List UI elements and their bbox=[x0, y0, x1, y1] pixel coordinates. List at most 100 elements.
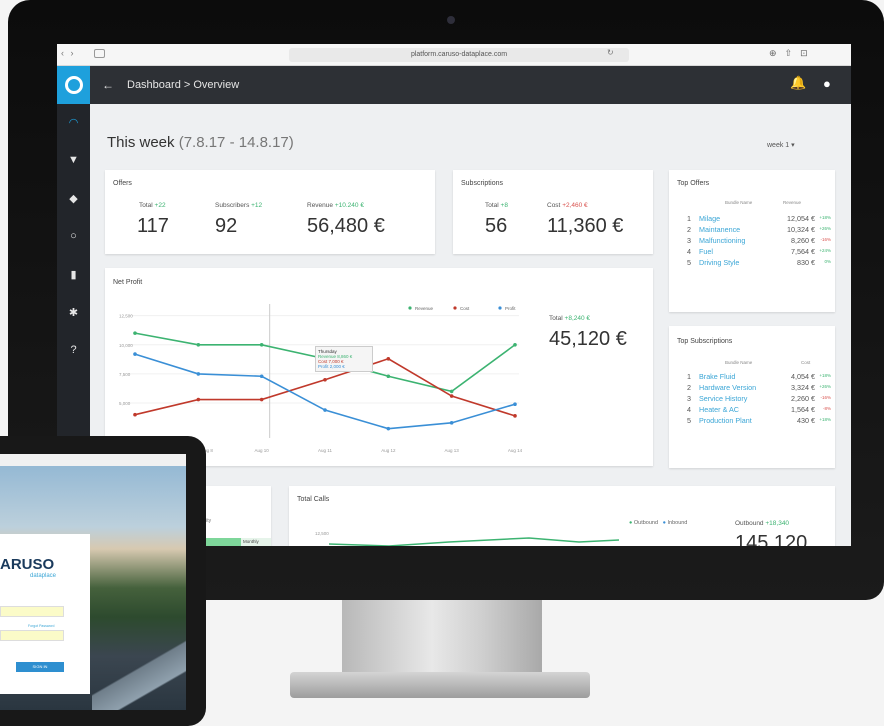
change: -8% bbox=[822, 406, 831, 411]
reload-icon[interactable]: ↻ bbox=[607, 48, 614, 57]
y-tick-label: 5,000 bbox=[119, 401, 131, 406]
legend-label: Revenue bbox=[415, 306, 434, 311]
forgot-password-link[interactable]: Forgot Password bbox=[28, 624, 54, 628]
list-item[interactable]: 4 Heater & AC 1,564 € -8% bbox=[687, 405, 831, 415]
brand-logo-text: ARUSO bbox=[0, 556, 55, 573]
bundle-name-link[interactable]: Fuel bbox=[699, 247, 713, 256]
tab-overview-icon[interactable] bbox=[94, 49, 105, 58]
change: +26% bbox=[819, 226, 831, 231]
browser-nav-buttons[interactable]: ‹ › bbox=[61, 48, 76, 58]
legend-marker bbox=[453, 306, 457, 310]
y-tick-label: 10,000 bbox=[119, 343, 133, 348]
tablet-screen: ARUSO dataplace Forgot Password SIGN IN bbox=[0, 454, 186, 710]
list-item[interactable]: 1 Milage 12,054 € +18% bbox=[687, 214, 831, 224]
browser-action-icons[interactable]: ⊕⇧⊡ bbox=[769, 48, 816, 59]
value: 4,054 € bbox=[791, 372, 815, 381]
data-point-cost bbox=[513, 414, 517, 418]
app-logo[interactable] bbox=[57, 66, 90, 104]
revenue-value: 56,480 € bbox=[307, 215, 385, 237]
bundle-name-link[interactable]: Hardware Version bbox=[699, 383, 756, 392]
col-cost: Cost bbox=[801, 360, 811, 365]
user-account-icon[interactable]: ● bbox=[823, 76, 831, 91]
breadcrumb: Dashboard > Overview bbox=[127, 79, 240, 91]
dashboard-icon[interactable]: ◠ bbox=[57, 116, 90, 129]
net-profit-total-label: Total +8,240 € bbox=[549, 315, 591, 322]
bundle-name-link[interactable]: Production Plant bbox=[699, 416, 752, 425]
settings-gear-icon[interactable]: ✱ bbox=[57, 306, 90, 319]
subscribers-label: Subscribers +12 bbox=[215, 202, 263, 209]
list-item[interactable]: 5 Production Plant 430 € +18% bbox=[687, 416, 831, 426]
change: +18% bbox=[819, 215, 831, 220]
value: 8,260 € bbox=[791, 236, 815, 245]
subs-total-label: Total +8 bbox=[485, 202, 508, 209]
legend-marker bbox=[498, 306, 502, 310]
week-select[interactable]: week 1 ▾ bbox=[767, 141, 795, 149]
document-icon[interactable]: ▮ bbox=[57, 268, 90, 281]
bundle-name-link[interactable]: Driving Style bbox=[699, 258, 739, 267]
tag-icon[interactable]: ◆ bbox=[57, 192, 90, 205]
total-calls-card: Total Calls ● Outbound ● Inbound 12,500 … bbox=[289, 486, 835, 546]
top-subscriptions-card: Top Subscriptions Bundle Name Cost 1 Brak… bbox=[669, 326, 835, 468]
brand-subtitle: dataplace bbox=[30, 573, 57, 579]
y-tick-label: 7,500 bbox=[119, 372, 131, 377]
data-point-cost bbox=[259, 397, 264, 402]
list-item[interactable]: 3 Service History 2,260 € -16% bbox=[687, 394, 831, 404]
top-offers-card: Top Offers Bundle Name Revenue 1 Milage 12… bbox=[669, 170, 835, 312]
bundle-name-link[interactable]: Maintanence bbox=[699, 225, 740, 234]
value: 830 € bbox=[797, 258, 815, 267]
rank: 5 bbox=[687, 416, 691, 425]
data-point-cost bbox=[133, 412, 137, 417]
rank: 1 bbox=[687, 214, 691, 223]
partial-bar-fill bbox=[205, 538, 241, 546]
tooltip-profit: Profit 2,000 € bbox=[318, 364, 345, 369]
list-item[interactable]: 2 Hardware Version 3,324 € +26% bbox=[687, 383, 831, 393]
value: 1,564 € bbox=[791, 405, 815, 414]
back-arrow-icon[interactable]: ← bbox=[102, 78, 114, 92]
value: 3,324 € bbox=[791, 383, 815, 392]
calls-legend: ● Outbound ● Inbound bbox=[629, 520, 688, 526]
list-item[interactable]: 3 Malfunctioning 8,260 € -16% bbox=[687, 236, 831, 246]
rank: 2 bbox=[687, 383, 691, 392]
bundle-name-link[interactable]: Malfunctioning bbox=[699, 236, 745, 245]
url-bar[interactable]: platform.caruso-dataplace.com bbox=[289, 48, 629, 62]
col-revenue: Revenue bbox=[783, 200, 802, 205]
monitor-stand bbox=[342, 600, 542, 680]
notification-bell-icon[interactable]: 🔔 bbox=[790, 75, 806, 91]
monitor-base bbox=[290, 672, 590, 698]
outbound-line bbox=[329, 537, 620, 546]
value: 12,054 € bbox=[787, 214, 815, 223]
x-tick-label: Aug 10 bbox=[255, 448, 270, 453]
list-item[interactable]: 5 Driving Style 830 € 0% bbox=[687, 258, 831, 268]
subs-total-value: 56 bbox=[485, 215, 508, 237]
list-item[interactable]: 1 Brake Fluid 4,054 € +18% bbox=[687, 372, 831, 382]
rank: 1 bbox=[687, 372, 691, 381]
change: +18% bbox=[819, 373, 831, 378]
x-tick-label: Aug 12 bbox=[381, 448, 396, 453]
help-icon[interactable]: ? bbox=[57, 344, 90, 356]
x-tick-label: Aug 13 bbox=[445, 448, 460, 453]
refresh-icon[interactable]: ○ bbox=[57, 230, 90, 242]
bundle-name-link[interactable]: Milage bbox=[699, 214, 720, 223]
list-item[interactable]: 4 Fuel 7,564 € +24% bbox=[687, 247, 831, 257]
calls-chart[interactable] bbox=[329, 536, 629, 546]
list-item[interactable]: 2 Maintanence 10,324 € +26% bbox=[687, 225, 831, 235]
bundle-name-link[interactable]: Brake Fluid bbox=[699, 372, 735, 381]
bundle-name-link[interactable]: Service History bbox=[699, 394, 747, 403]
bundle-name-link[interactable]: Heater & AC bbox=[699, 405, 739, 414]
password-field[interactable] bbox=[0, 630, 64, 641]
top-offers-label: Top Offers bbox=[677, 180, 710, 187]
col-bundle-name: Bundle Name bbox=[725, 360, 753, 365]
data-point-profit bbox=[133, 352, 137, 356]
data-point-revenue bbox=[133, 331, 137, 335]
data-point-profit bbox=[449, 421, 454, 425]
data-point-cost bbox=[386, 356, 391, 361]
username-field[interactable] bbox=[0, 606, 64, 617]
rank: 4 bbox=[687, 405, 691, 414]
webcam bbox=[447, 16, 455, 24]
cart-icon[interactable]: ▼ bbox=[57, 154, 90, 166]
data-point-profit bbox=[196, 372, 201, 376]
rank: 5 bbox=[687, 258, 691, 267]
legend-marker bbox=[408, 306, 412, 310]
cost-label: Cost +2,460 € bbox=[547, 202, 588, 209]
sign-in-button[interactable]: SIGN IN bbox=[16, 662, 64, 672]
